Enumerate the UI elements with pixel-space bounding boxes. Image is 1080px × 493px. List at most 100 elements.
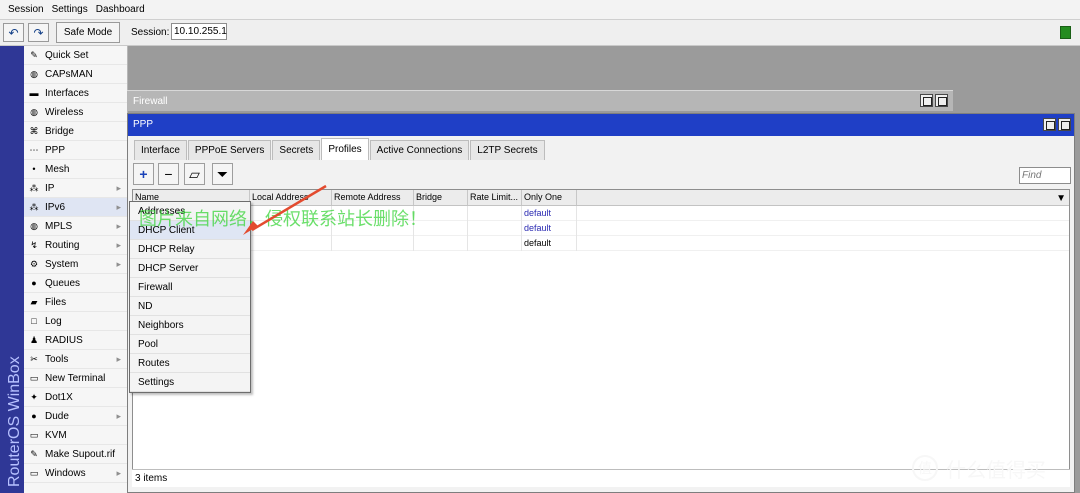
comment-button[interactable]: ▱ (184, 163, 205, 185)
sidebar-item-log[interactable]: □ Log (24, 312, 127, 331)
sidebar-item-queues[interactable]: ● Queues (24, 274, 127, 293)
ppp-tabs: Interface PPPoE Servers Secrets Profiles Act… (134, 138, 546, 161)
submenu-arrow-icon: ▸ (116, 354, 121, 364)
only-one-cell: default (522, 221, 577, 236)
firewall-maximize-button[interactable] (920, 94, 933, 107)
submenu-arrow-icon: ▸ (116, 468, 121, 478)
firewall-close-button[interactable] (935, 94, 948, 107)
toolbar: ↶ ↷ Safe Mode Session: 10.10.255.1 (0, 20, 1080, 46)
tab-profiles[interactable]: Profiles (321, 138, 369, 160)
status-indicator (1060, 26, 1071, 39)
sidebar-item-label: RADIUS (45, 334, 83, 346)
sidebar-item-files[interactable]: ▰ Files (24, 293, 127, 312)
sidebar-item-radius[interactable]: ♟ RADIUS (24, 331, 127, 350)
menu-item-dhcp-server[interactable]: DHCP Server (130, 259, 250, 278)
safe-mode-button[interactable]: Safe Mode (56, 22, 120, 43)
logo-text: 什么值得买 (946, 459, 1046, 482)
sidebar-icon: ⁂ (29, 201, 39, 212)
add-button[interactable]: + (133, 163, 154, 185)
redo-button[interactable]: ↷ (28, 23, 49, 42)
sidebar-item-capsman[interactable]: ◍ CAPsMAN (24, 65, 127, 84)
menu-dashboard[interactable]: Dashboard (92, 4, 149, 15)
sidebar-item-windows[interactable]: ▭ Windows ▸ (24, 464, 127, 483)
sidebar-item-ipv6[interactable]: ⁂ IPv6 ▸ (24, 198, 127, 217)
sidebar-item-quick-set[interactable]: ✎ Quick Set (24, 46, 127, 65)
sidebar-item-system[interactable]: ⚙ System ▸ (24, 255, 127, 274)
ppp-window: PPP Interface PPPoE Servers Secrets Profile… (127, 113, 1075, 493)
tab-interface[interactable]: Interface (134, 140, 187, 160)
tab-l2tp-secrets[interactable]: L2TP Secrets (470, 140, 545, 160)
ppp-titlebar[interactable]: PPP (128, 114, 1074, 136)
sidebar-item-label: Wireless (45, 106, 84, 118)
ppp-maximize-button[interactable] (1043, 118, 1056, 131)
submenu-arrow-icon: ▸ (116, 259, 121, 269)
sidebar-item-label: IP (45, 182, 55, 194)
sidebar-item-dude[interactable]: ● Dude ▸ (24, 407, 127, 426)
sidebar-icon: ◍ (30, 106, 38, 117)
sidebar-item-ppp[interactable]: ⋯ PPP (24, 141, 127, 160)
sidebar-item-interfaces[interactable]: ▬ Interfaces (24, 84, 127, 103)
sidebar-icon: ✎ (30, 448, 38, 459)
sidebar-icon: ✂ (30, 353, 38, 364)
sidebar-item-ip[interactable]: ⁂ IP ▸ (24, 179, 127, 198)
sidebar-item-wireless[interactable]: ◍ Wireless (24, 103, 127, 122)
tab-pppoe-servers[interactable]: PPPoE Servers (187, 140, 272, 160)
menu-item-firewall[interactable]: Firewall (130, 278, 250, 297)
find-input[interactable]: Find (1019, 167, 1071, 184)
sidebar-item-label: Bridge (45, 125, 74, 137)
sidebar-item-label: Tools (45, 353, 69, 365)
sidebar-icon: ▭ (29, 429, 39, 440)
sidebar-icon: ⌘ (29, 125, 39, 136)
menu-settings[interactable]: Settings (48, 4, 92, 15)
table-cell (468, 236, 522, 251)
menu-item-neighbors[interactable]: Neighbors (130, 316, 250, 335)
undo-icon: ↶ (8, 25, 19, 40)
sidebar-item-make-supout-rif[interactable]: ✎ Make Supout.rif (24, 445, 127, 464)
sidebar-item-label: CAPsMAN (45, 68, 93, 80)
sidebar-icon: ♟ (29, 334, 39, 345)
sidebar-item-bridge[interactable]: ⌘ Bridge (24, 122, 127, 141)
col-bridge[interactable]: Bridge (414, 190, 468, 205)
menu-session[interactable]: Session (0, 4, 48, 15)
sidebar-icon: ✦ (30, 391, 38, 402)
sidebar-item-label: IPv6 (45, 201, 66, 213)
column-chooser-icon[interactable]: ▼ (1056, 193, 1066, 204)
remove-button[interactable]: − (158, 163, 179, 185)
sidebar-icon: ⋯ (29, 144, 39, 155)
sidebar-icon: ▭ (29, 372, 39, 383)
sidebar-item-label: PPP (45, 144, 66, 156)
sidebar-icon: ◍ (30, 220, 38, 231)
sidebar-item-mpls[interactable]: ◍ MPLS ▸ (24, 217, 127, 236)
sidebar-item-new-terminal[interactable]: ▭ New Terminal (24, 369, 127, 388)
status-text: 3 items (135, 473, 168, 484)
session-input[interactable]: 10.10.255.1 (171, 23, 227, 40)
tab-active-connections[interactable]: Active Connections (369, 140, 470, 160)
firewall-window[interactable]: Firewall (127, 90, 953, 111)
filter-icon: ⏷ (216, 165, 229, 182)
tab-secrets[interactable]: Secrets (272, 140, 321, 160)
sidebar-item-kvm[interactable]: ▭ KVM (24, 426, 127, 445)
submenu-arrow-icon: ▸ (116, 183, 121, 193)
session-label: Session: (131, 27, 170, 38)
only-one-cell: default (522, 236, 577, 251)
sidebar-icon: • (32, 164, 36, 174)
sidebar-item-tools[interactable]: ✂ Tools ▸ (24, 350, 127, 369)
ppp-close-button[interactable] (1058, 118, 1071, 131)
sidebar-item-routing[interactable]: ↯ Routing ▸ (24, 236, 127, 255)
menu-item-dhcp-relay[interactable]: DHCP Relay (130, 240, 250, 259)
menu-item-settings[interactable]: Settings (130, 373, 250, 392)
menu-item-routes[interactable]: Routes (130, 354, 250, 373)
undo-button[interactable]: ↶ (3, 23, 24, 42)
sidebar-item-label: Files (45, 296, 67, 308)
sidebar-item-label: MPLS (45, 220, 73, 232)
filter-button[interactable]: ⏷ (212, 163, 233, 185)
sidebar-item-label: Routing (45, 239, 80, 251)
sidebar-item-dot1x[interactable]: ✦ Dot1X (24, 388, 127, 407)
col-remote-address[interactable]: Remote Address (332, 190, 414, 205)
menu-item-pool[interactable]: Pool (130, 335, 250, 354)
sidebar-item-mesh[interactable]: • Mesh (24, 160, 127, 179)
plus-icon: + (139, 166, 148, 182)
menu-item-nd[interactable]: ND (130, 297, 250, 316)
col-rate-limit[interactable]: Rate Limit... (468, 190, 522, 205)
col-only-one[interactable]: Only One (522, 190, 577, 205)
